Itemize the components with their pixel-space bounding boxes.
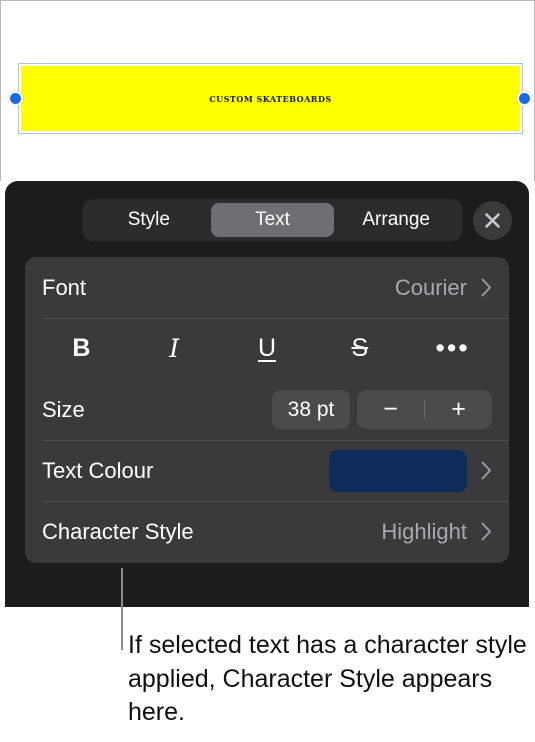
bold-button[interactable]: B [35,318,128,379]
chevron-right-icon [481,522,491,541]
row-size: Size 38 pt − + [25,379,509,440]
font-value: Courier [394,274,467,300]
text-settings-card: Font Courier B I U S ••• Size 38 pt − + [25,257,509,563]
row-character-style[interactable]: Character Style Highlight [25,501,509,562]
panel-header: Style Text Arrange [5,199,529,245]
tab-text[interactable]: Text [210,203,335,237]
more-options-button[interactable]: ••• [406,318,499,379]
tab-style[interactable]: Style [87,203,211,237]
close-button[interactable] [473,201,512,240]
chevron-right-icon [481,278,491,297]
size-decrement-button[interactable]: − [357,390,424,429]
size-value-field[interactable]: 38 pt [272,390,350,429]
selection-handle-right[interactable] [517,91,532,106]
document-canvas: CUSTOM SKATEBOARDS [0,0,535,181]
row-text-colour[interactable]: Text Colour [25,440,509,501]
selection-handle-left[interactable] [8,91,23,106]
callout-leader-line [121,568,123,650]
size-label: Size [42,396,85,422]
size-increment-button[interactable]: + [425,390,492,429]
text-colour-swatch[interactable] [329,449,467,492]
tab-arrange[interactable]: Arrange [334,203,458,237]
chevron-right-icon [481,461,491,480]
character-style-label: Character Style [42,518,194,544]
size-stepper: − + [357,390,492,429]
headline-text[interactable]: CUSTOM SKATEBOARDS [19,64,522,133]
callout-text: If selected text has a character style a… [128,631,527,726]
character-style-value: Highlight [381,518,467,544]
text-colour-label: Text Colour [42,457,154,483]
italic-button[interactable]: I [128,318,221,379]
panel-tab-bar: Style Text Arrange [83,199,462,241]
close-icon [485,213,500,228]
format-panel: Style Text Arrange Font Courier B I U S … [5,181,529,607]
row-font[interactable]: Font Courier [25,257,509,318]
font-label: Font [42,274,87,300]
strikethrough-button[interactable]: S [313,318,406,379]
underline-button[interactable]: U [221,318,314,379]
row-style-buttons: B I U S ••• [25,318,509,379]
selected-text-box[interactable]: CUSTOM SKATEBOARDS [18,63,523,134]
